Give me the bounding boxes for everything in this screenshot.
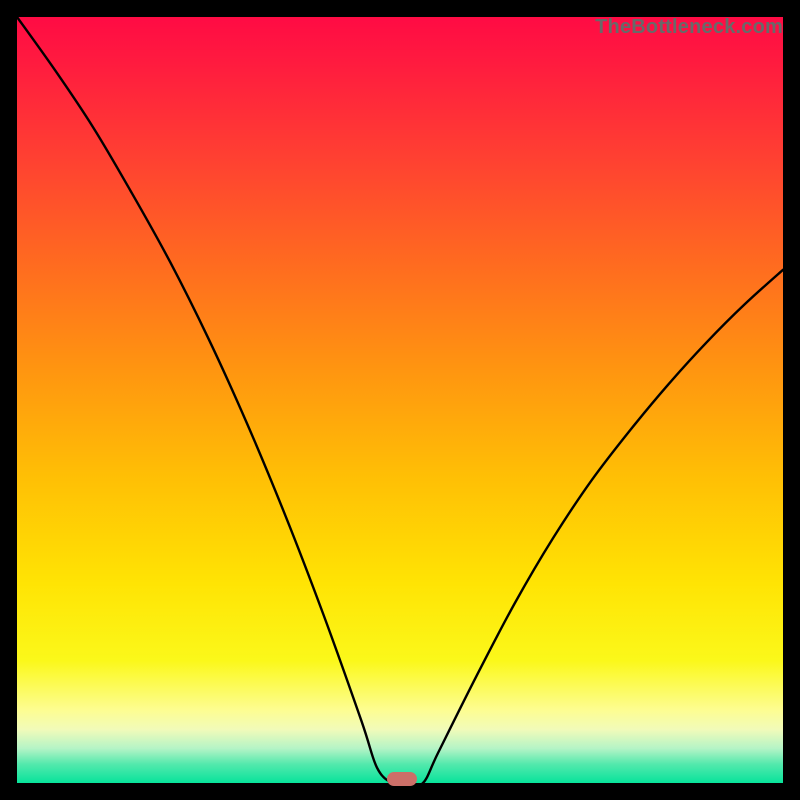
plot-area: TheBottleneck.com bbox=[17, 17, 783, 783]
optimum-marker bbox=[387, 772, 417, 786]
chart-frame: TheBottleneck.com bbox=[0, 0, 800, 800]
curve-path bbox=[17, 17, 783, 785]
bottleneck-curve bbox=[17, 17, 783, 783]
